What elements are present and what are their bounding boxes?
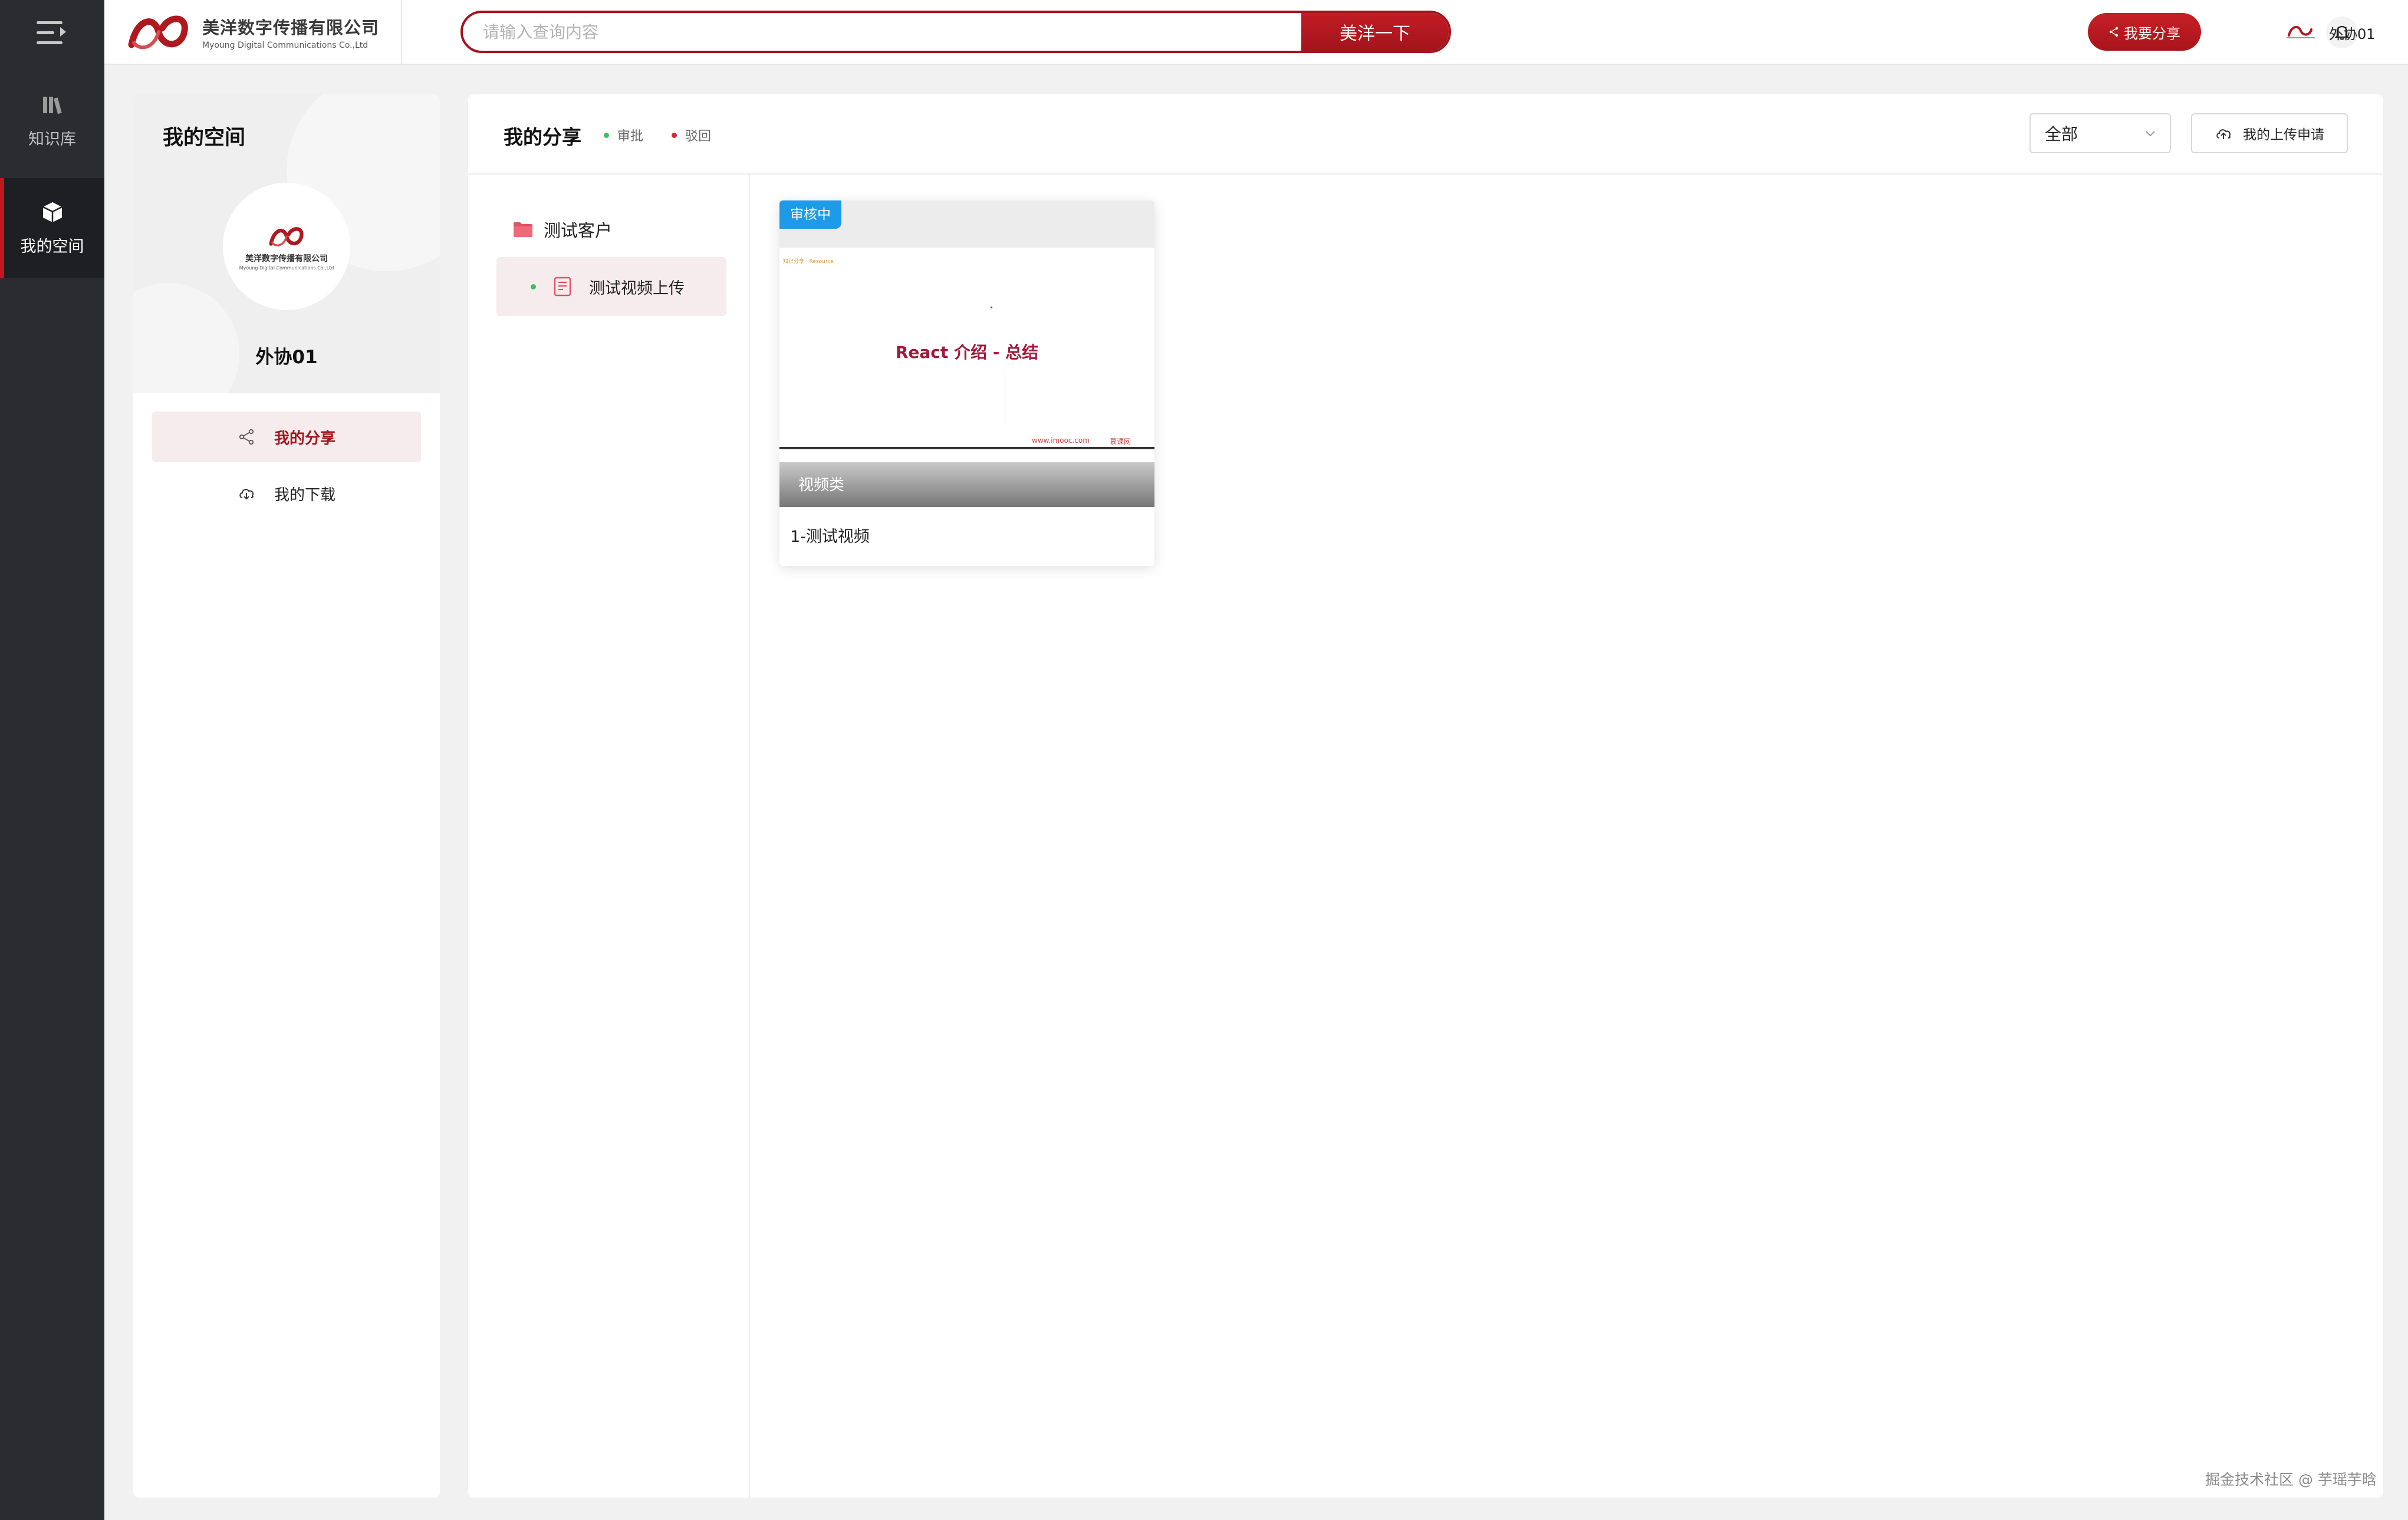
user-avatar-logo-icon [2287, 25, 2315, 38]
avatar-brand-cn: 美洋数字传播有限公司 [245, 254, 328, 264]
card-thumbnail: 知识分享 · Resource React 介绍 - 总结 www.imooc.… [779, 200, 1154, 507]
legend-label: 审批 [617, 129, 644, 144]
user-avatar[interactable] [2284, 21, 2317, 42]
upload-button-label: 我的上传申请 [2243, 127, 2324, 143]
filter-select[interactable]: 全部 [2029, 113, 2171, 153]
document-icon [554, 277, 571, 297]
nav-rail: 知识库 我的空间 [0, 0, 104, 1520]
cloud-download-icon [239, 489, 254, 500]
search-bar: 美洋一下 [460, 11, 1451, 53]
menu-toggle-icon[interactable] [37, 21, 67, 45]
brand-name-cn: 美洋数字传播有限公司 [202, 17, 380, 38]
slide-tag: 知识分享 · Resource [783, 259, 834, 265]
profile-menu-my-share[interactable]: 我的分享 [152, 412, 421, 462]
tree-file-label: 测试视频上传 [589, 279, 685, 298]
nav-item-label: 我的空间 [20, 237, 84, 256]
legend-approved: 审批 [604, 126, 643, 144]
slide-title: React 介绍 - 总结 [895, 343, 1039, 362]
filter-select-value: 全部 [2045, 124, 2078, 144]
folder-icon [514, 222, 532, 237]
status-dot [531, 284, 536, 289]
profile-header: 我的空间 美洋数字传播有限公司 Myoung Digital Communica… [133, 94, 440, 393]
cloud-upload-icon [2216, 129, 2231, 139]
nav-item-my-space[interactable]: 我的空间 [0, 178, 104, 278]
avatar: 美洋数字传播有限公司 Myoung Digital Communications… [223, 183, 350, 310]
top-header: 美洋数字传播有限公司 Myoung Digital Communications… [104, 0, 2408, 65]
avatar-brand-en: Myoung Digital Communications Co.,Ltd [239, 265, 334, 271]
share-card[interactable]: 知识分享 · Resource React 介绍 - 总结 www.imooc.… [779, 200, 1154, 566]
profile-menu-label: 我的下载 [274, 486, 335, 504]
nav-item-label: 知识库 [28, 130, 76, 149]
share-button-label: 我要分享 [2124, 25, 2180, 42]
share-icon [2109, 27, 2118, 37]
profile-menu-my-download[interactable]: 我的下载 [152, 468, 421, 519]
chevron-down-icon [2146, 131, 2155, 137]
books-icon [42, 96, 62, 114]
slide-url: www.imooc.com [1032, 436, 1090, 445]
profile-name: 外协01 [255, 347, 318, 368]
my-upload-request-button[interactable]: 我的上传申请 [2191, 113, 2348, 153]
brand-name-en: Myoung Digital Communications Co.,Ltd [202, 40, 369, 50]
legend-dot [672, 132, 677, 138]
search-button[interactable]: 美洋一下 [1301, 13, 1449, 51]
username[interactable]: 外协01 [2329, 22, 2376, 43]
legend-dot [604, 132, 609, 138]
search-input[interactable] [463, 13, 1200, 51]
card-title: 1-测试视频 [790, 528, 870, 546]
folder-tree: 测试客户 测试视频上传 [468, 175, 750, 1498]
legend-rejected: 驳回 [672, 126, 711, 144]
legend-label: 驳回 [685, 129, 712, 144]
profile-menu-label: 我的分享 [274, 429, 335, 448]
page-title: 我的分享 [504, 126, 581, 149]
tree-file-item[interactable]: 测试视频上传 [496, 257, 726, 316]
profile-panel: 我的空间 美洋数字传播有限公司 Myoung Digital Communica… [133, 94, 440, 1498]
tree-folder-item[interactable]: 测试客户 [513, 217, 612, 242]
brand-logo[interactable]: 美洋数字传播有限公司 Myoung Digital Communications… [104, 0, 402, 64]
tree-folder-label: 测试客户 [544, 221, 613, 241]
share-icon [239, 429, 254, 445]
cube-icon [42, 202, 62, 222]
share-button[interactable]: 我要分享 [2088, 13, 2201, 51]
status-badge: 审核中 [779, 200, 841, 229]
slide-brand: 慕课网 [1110, 437, 1131, 446]
brand-logo-icon [269, 226, 304, 246]
profile-title: 我的空间 [163, 126, 246, 150]
main-header: 我的分享 审批 驳回 全部 我的上传申请 [468, 94, 2383, 175]
nav-item-knowledge[interactable]: 知识库 [0, 71, 104, 171]
watermark: 掘金技术社区 @ 芋瑶芋晗 [2205, 1471, 2377, 1488]
brand-logo-icon [128, 15, 188, 50]
card-category: 视频类 [798, 476, 845, 494]
main-panel: 我的分享 审批 驳回 全部 我的上传申请 测试客户 测试视频上传 知识分享 · … [468, 94, 2383, 1498]
